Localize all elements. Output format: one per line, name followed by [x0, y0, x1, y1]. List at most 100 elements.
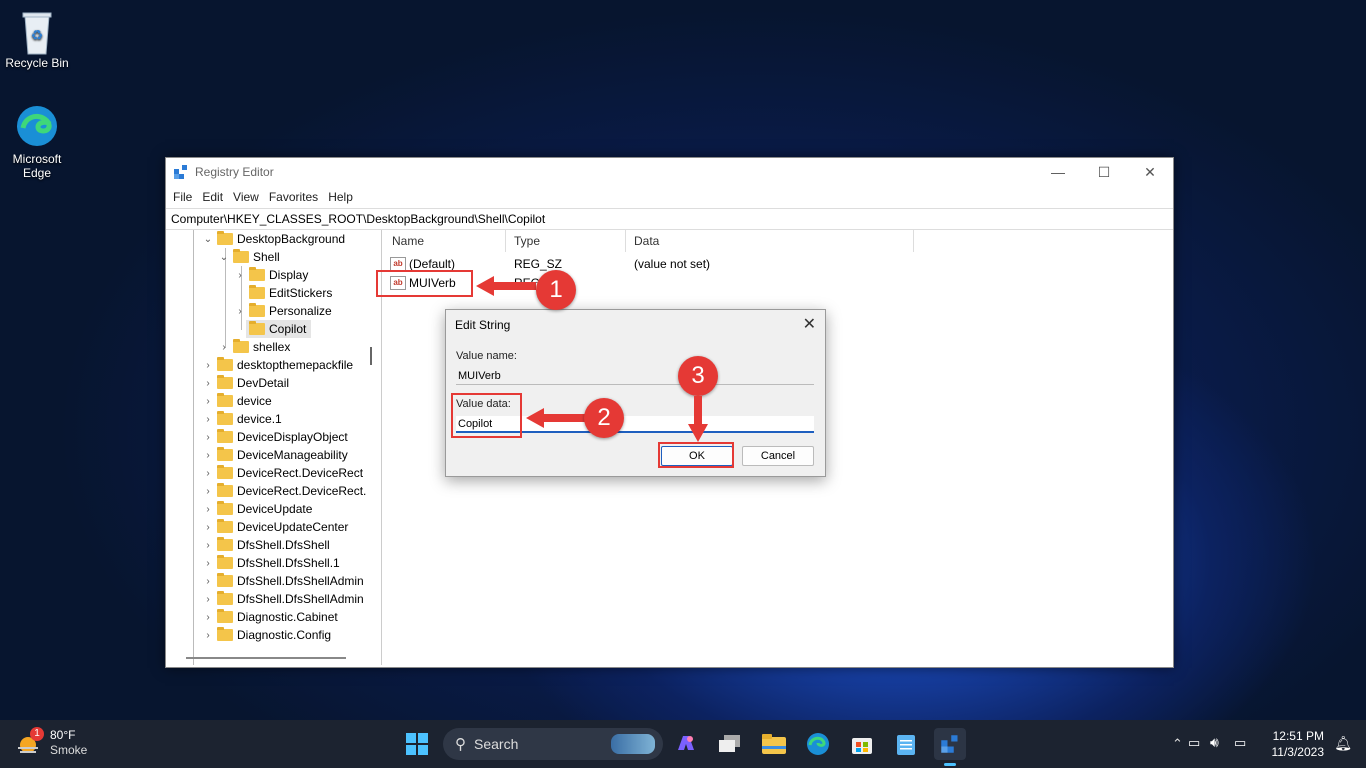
battery-icon[interactable]: ▭ — [1234, 735, 1246, 751]
tree-item[interactable]: ⌄ Shell — [218, 248, 280, 266]
tree-item-selected[interactable]: Copilot — [246, 320, 312, 338]
arrow-step3 — [688, 396, 708, 442]
dialog-close-button[interactable]: ✕ — [803, 314, 816, 334]
weather-widget[interactable]: 1 80°F Smoke — [14, 727, 87, 758]
windows-icon — [406, 733, 428, 755]
taskbar-search[interactable]: ⚲ Search — [443, 728, 663, 760]
tree-item[interactable]: › device.1 — [202, 410, 282, 428]
notepad-icon — [897, 735, 915, 755]
tree-item[interactable]: › Display — [234, 266, 308, 284]
menu-edit[interactable]: Edit — [197, 190, 228, 204]
tree-item[interactable]: ⌄ DesktopBackground — [202, 230, 345, 248]
tree-item[interactable]: › DeviceUpdateCenter — [202, 518, 348, 536]
string-value-icon: ab — [390, 257, 406, 271]
close-button[interactable]: ✕ — [1127, 158, 1173, 186]
tree-item[interactable]: › DfsShell.DfsShellAdmin — [202, 572, 364, 590]
tree-item[interactable]: › Personalize — [234, 302, 332, 320]
tray-chevron-icon[interactable]: ⌃ — [1172, 736, 1183, 752]
tree-item[interactable]: › shellex — [218, 338, 290, 356]
edge-icon — [807, 733, 829, 755]
folder-icon — [233, 339, 249, 353]
chevron-right-icon: › — [206, 557, 210, 569]
menu-file[interactable]: File — [168, 190, 197, 204]
store-button[interactable] — [846, 728, 878, 760]
volume-icon[interactable]: 🔊︎ — [1210, 734, 1219, 751]
svg-text:♻: ♻ — [31, 27, 44, 43]
title-bar[interactable]: Registry Editor — ☐ ✕ — [166, 158, 1173, 186]
minimize-icon: — — [1051, 164, 1065, 180]
tree-item[interactable]: › Diagnostic.Config — [202, 626, 331, 644]
highlight-value-data — [451, 393, 522, 438]
clock[interactable]: 12:51 PM 11/3/2023 — [1272, 728, 1325, 760]
chevron-right-icon: › — [206, 575, 210, 587]
dialog-title: Edit String — [455, 318, 511, 332]
notification-bell-icon[interactable]: 🔔︎ — [1334, 735, 1352, 752]
chevron-right-icon: › — [206, 539, 210, 551]
column-header-data[interactable]: Data — [626, 230, 914, 252]
active-app-indicator — [944, 763, 956, 766]
tree-item[interactable]: › DfsShell.DfsShell.1 — [202, 554, 340, 572]
tree-item[interactable]: › Diagnostic.Cabinet — [202, 608, 338, 626]
chevron-right-icon: › — [206, 395, 210, 407]
folder-icon — [249, 321, 265, 335]
edge-taskbar-button[interactable] — [802, 728, 834, 760]
start-button[interactable] — [401, 728, 433, 760]
menu-view[interactable]: View — [228, 190, 264, 204]
registry-editor-taskbar-button[interactable] — [934, 728, 966, 766]
close-icon: ✕ — [802, 316, 816, 333]
folder-icon — [249, 285, 265, 299]
chevron-right-icon: › — [206, 449, 210, 461]
folder-icon — [217, 591, 233, 605]
arrow-step1 — [476, 276, 536, 296]
desktop-icon-label-line2: Edge — [22, 166, 52, 180]
menu-bar: File Edit View Favorites Help — [166, 186, 1173, 208]
arrow-step2 — [526, 408, 586, 428]
weather-sun-icon: 1 — [14, 727, 44, 757]
tree-item[interactable]: › DeviceRect.DeviceRect. — [202, 482, 366, 500]
chevron-right-icon: › — [238, 305, 242, 317]
folder-icon — [217, 357, 233, 371]
folder-icon — [217, 231, 233, 245]
tree-item[interactable]: › DeviceRect.DeviceRect — [202, 464, 363, 482]
tree-item[interactable]: EditStickers — [234, 284, 332, 302]
network-icon[interactable]: ▭ — [1188, 735, 1200, 751]
folder-icon — [217, 429, 233, 443]
desktop-icon-edge[interactable]: Microsoft Edge — [2, 104, 72, 180]
menu-favorites[interactable]: Favorites — [264, 190, 323, 204]
tree-item[interactable]: › DevDetail — [202, 374, 289, 392]
tree-item[interactable]: › DeviceUpdate — [202, 500, 312, 518]
value-name-label: Value name: — [456, 350, 517, 362]
file-explorer-icon — [762, 734, 786, 754]
store-icon — [852, 738, 872, 754]
tree-item[interactable]: › DeviceDisplayObject — [202, 428, 348, 446]
folder-icon — [233, 249, 249, 263]
chevron-right-icon: › — [206, 629, 210, 641]
tree-scrollbar[interactable] — [370, 347, 372, 365]
copilot-taskbar-button[interactable] — [670, 728, 702, 760]
notepad-button[interactable] — [890, 728, 922, 760]
tree-item[interactable]: › device — [202, 392, 272, 410]
folder-icon — [217, 411, 233, 425]
column-header-type[interactable]: Type — [506, 230, 626, 252]
tree-item[interactable]: › desktopthemepackfile — [202, 356, 353, 374]
cancel-button[interactable]: Cancel — [742, 446, 814, 466]
folder-icon — [217, 447, 233, 461]
search-highlight-icon — [611, 734, 655, 754]
desktop-icon-recycle-bin[interactable]: ♻ Recycle Bin — [2, 8, 72, 70]
tree-horizontal-scrollbar[interactable] — [186, 657, 346, 659]
tree-item[interactable]: › DfsShell.DfsShell — [202, 536, 330, 554]
address-path: Computer\HKEY_CLASSES_ROOT\DesktopBackgr… — [171, 212, 546, 226]
task-view-button[interactable] — [714, 728, 746, 760]
window-title: Registry Editor — [195, 165, 274, 179]
file-explorer-button[interactable] — [758, 728, 790, 760]
address-bar[interactable]: Computer\HKEY_CLASSES_ROOT\DesktopBackgr… — [166, 208, 1173, 230]
menu-help[interactable]: Help — [323, 190, 358, 204]
close-icon: ✕ — [1144, 163, 1156, 180]
minimize-button[interactable]: — — [1035, 158, 1081, 186]
registry-editor-icon — [173, 164, 189, 180]
tree-item[interactable]: › DeviceManageability — [202, 446, 348, 464]
tree-item[interactable]: › DfsShell.DfsShellAdmin — [202, 590, 364, 608]
chevron-right-icon: › — [206, 377, 210, 389]
column-header-name[interactable]: Name — [384, 230, 506, 252]
maximize-button[interactable]: ☐ — [1081, 158, 1127, 186]
